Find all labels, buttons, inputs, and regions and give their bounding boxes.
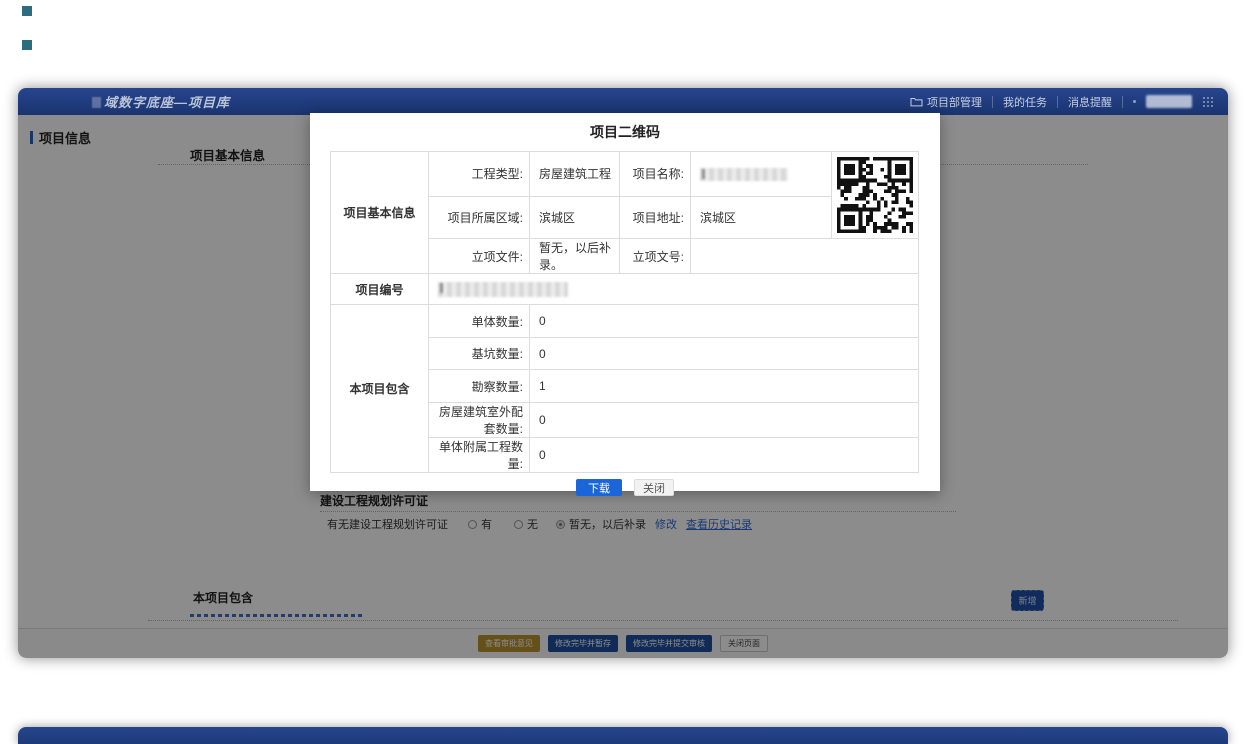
field-label: 立项文号:	[620, 239, 691, 274]
field-value: 0	[530, 305, 919, 338]
field-label: 项目所属区域:	[429, 196, 530, 239]
menu-item-my-tasks[interactable]: 我的任务	[1003, 94, 1047, 110]
field-label: 单体数量:	[429, 305, 530, 338]
header-menu: 项目部管理 我的任务 消息提醒	[910, 88, 1214, 115]
field-value: 0	[530, 338, 919, 370]
field-label: 基坑数量:	[429, 338, 530, 370]
menu-item-notifications[interactable]: 消息提醒	[1068, 94, 1112, 110]
apps-grid-icon[interactable]	[1202, 96, 1214, 107]
redacted-value	[700, 168, 788, 181]
field-value: 滨城区	[530, 196, 620, 239]
redacted-value	[438, 282, 568, 297]
qr-code-cell	[832, 152, 919, 239]
field-label: 立项文件:	[429, 239, 530, 274]
field-label: 工程类型:	[429, 152, 530, 197]
table-row: 项目基本信息 工程类型: 房屋建筑工程 项目名称:	[331, 152, 919, 197]
download-button[interactable]: 下载	[576, 479, 622, 496]
qr-info-table: 项目基本信息 工程类型: 房屋建筑工程 项目名称: 项目所属区域: 滨城区 项目…	[330, 151, 919, 473]
close-button[interactable]: 关闭	[634, 479, 674, 496]
field-value: 暂无，以后补录。	[530, 239, 620, 274]
field-label: 勘察数量:	[429, 370, 530, 403]
project-name-redacted	[691, 152, 832, 197]
menu-item-label: 消息提醒	[1068, 94, 1112, 110]
menu-divider	[992, 96, 993, 108]
folder-icon	[910, 96, 923, 107]
group-basic-info: 项目基本信息	[331, 152, 429, 274]
app-title: 域数字底座—项目库	[92, 92, 230, 111]
second-window-header-bar	[18, 727, 1228, 744]
qr-code	[837, 157, 913, 233]
table-row: 项目编号	[331, 274, 919, 305]
redacted-mark	[440, 283, 443, 293]
decor-square-bottom	[22, 40, 32, 50]
decor-square-top	[22, 6, 32, 16]
user-status-dot	[1133, 100, 1136, 103]
user-name-redacted[interactable]	[1146, 95, 1192, 108]
menu-divider	[1122, 96, 1123, 108]
field-value: 0	[530, 438, 919, 473]
field-label: 项目名称:	[620, 152, 691, 197]
page-background: 域数字底座—项目库 项目部管理 我的任务 消息提醒	[0, 0, 1245, 744]
header-bar: 域数字底座—项目库 项目部管理 我的任务 消息提醒	[18, 88, 1228, 115]
field-label: 房屋建筑室外配套数量:	[429, 403, 530, 438]
redacted-mark	[702, 169, 705, 179]
group-contains: 本项目包含	[331, 305, 429, 473]
field-value	[691, 239, 919, 274]
menu-item-label: 我的任务	[1003, 94, 1047, 110]
menu-item-project-dept[interactable]: 项目部管理	[910, 94, 982, 110]
modal-button-row: 下载 关闭	[310, 479, 940, 496]
group-project-number: 项目编号	[331, 274, 429, 305]
field-value: 滨城区	[691, 196, 832, 239]
title-redacted-prefix	[92, 97, 101, 108]
field-label: 项目地址:	[620, 196, 691, 239]
field-label: 单体附属工程数量:	[429, 438, 530, 473]
menu-item-label: 项目部管理	[927, 94, 982, 110]
qr-modal-dialog: 项目二维码 项目基本信息 工程类型: 房屋建筑工程 项目名称: 项目所属区域: …	[310, 113, 940, 491]
project-number-redacted	[429, 274, 919, 305]
modal-title: 项目二维码	[310, 122, 940, 142]
field-value: 1	[530, 370, 919, 403]
menu-divider	[1057, 96, 1058, 108]
table-row: 本项目包含 单体数量: 0	[331, 305, 919, 338]
field-value: 0	[530, 403, 919, 438]
field-value: 房屋建筑工程	[530, 152, 620, 197]
app-title-text: 域数字底座—项目库	[104, 95, 230, 110]
